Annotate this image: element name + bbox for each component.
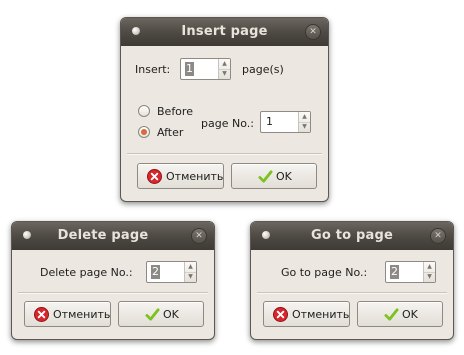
cancel-icon [34, 307, 49, 322]
spin-arrows: ▲ ▼ [298, 112, 310, 132]
before-label[interactable]: Before [157, 105, 193, 118]
ok-button[interactable]: OK [231, 163, 317, 189]
delete-page-no-value[interactable]: 2 [151, 265, 160, 279]
insert-label: Insert: [135, 63, 171, 76]
page-no-value[interactable]: 1 [265, 115, 274, 129]
delete-dialog-titlebar[interactable]: Delete page ✕ [12, 222, 214, 250]
close-icon[interactable]: ✕ [191, 228, 207, 244]
goto-page-no-value[interactable]: 2 [390, 265, 399, 279]
cancel-button-label: Отменить [292, 308, 350, 321]
ok-button-label: OK [163, 308, 179, 321]
before-radio[interactable] [138, 105, 150, 117]
spin-down-icon[interactable]: ▼ [219, 69, 230, 79]
close-icon[interactable]: ✕ [305, 24, 321, 40]
insert-dialog-title: Insert page [181, 24, 268, 39]
pages-suffix-label: page(s) [242, 63, 284, 76]
close-icon[interactable]: ✕ [430, 228, 446, 244]
spin-down-icon[interactable]: ▼ [299, 122, 310, 132]
spin-arrows: ▲ ▼ [423, 262, 435, 282]
goto-dialog-titlebar[interactable]: Go to page ✕ [251, 222, 453, 250]
ok-button-label: OK [276, 170, 292, 183]
cancel-button[interactable]: Отменить [137, 163, 224, 189]
check-icon [258, 170, 273, 183]
spin-down-icon[interactable]: ▼ [424, 272, 435, 282]
cancel-icon [147, 169, 162, 184]
spin-down-icon[interactable]: ▼ [185, 272, 196, 282]
divider [257, 292, 447, 294]
delete-dialog-title: Delete page [57, 228, 149, 243]
insert-count-value[interactable]: 1 [185, 62, 194, 76]
check-icon [145, 308, 160, 321]
cancel-button-label: Отменить [166, 170, 224, 183]
goto-page-no-spinbox[interactable]: 2 ▲ ▼ [385, 261, 436, 283]
after-radio[interactable] [138, 126, 150, 138]
page-no-label: page No.: [201, 117, 254, 130]
delete-page-dialog: Delete page ✕ Delete page No.: 2 ▲ ▼ Отм… [11, 221, 215, 340]
delete-page-no-label: Delete page No.: [40, 266, 133, 279]
insert-count-spinbox[interactable]: 1 ▲ ▼ [180, 58, 231, 80]
spin-arrows: ▲ ▼ [218, 59, 230, 79]
page-no-spinbox[interactable]: 1 ▲ ▼ [260, 111, 311, 133]
check-icon [384, 308, 399, 321]
goto-page-no-label: Go to page No.: [281, 266, 368, 279]
ok-button[interactable]: OK [118, 301, 204, 327]
divider [127, 153, 322, 155]
ok-button[interactable]: OK [357, 301, 443, 327]
after-label[interactable]: After [157, 126, 183, 139]
divider [18, 292, 208, 294]
goto-page-dialog: Go to page ✕ Go to page No.: 2 ▲ ▼ Отмен… [250, 221, 454, 340]
cancel-icon [273, 307, 288, 322]
delete-page-no-spinbox[interactable]: 2 ▲ ▼ [146, 261, 197, 283]
cancel-button[interactable]: Отменить [263, 301, 350, 327]
insert-dialog-titlebar[interactable]: Insert page ✕ [121, 18, 328, 46]
ok-button-label: OK [402, 308, 418, 321]
cancel-button-label: Отменить [53, 308, 111, 321]
cancel-button[interactable]: Отменить [24, 301, 111, 327]
spin-arrows: ▲ ▼ [184, 262, 196, 282]
insert-page-dialog: Insert page ✕ Insert: 1 ▲ ▼ page(s) Befo… [120, 17, 329, 202]
goto-dialog-title: Go to page [311, 228, 393, 243]
